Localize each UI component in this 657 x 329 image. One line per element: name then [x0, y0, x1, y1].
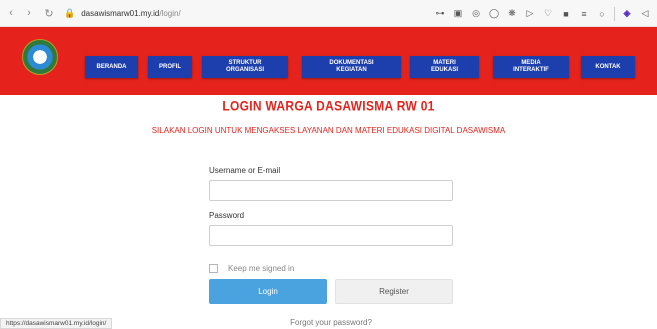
login-button[interactable]: Login [209, 279, 327, 304]
toolbar-icons: ⊶ ▣ ◎ ◯ ❋ ▷ ♡ ■ ≡ ○ ◈ ◁ [434, 0, 651, 27]
site-logo[interactable] [22, 39, 58, 75]
extension-icon[interactable]: ❋ [506, 8, 518, 19]
address-bar[interactable]: 🔒 dasawismarw01.my.id/login/ [64, 8, 181, 19]
menu-profil[interactable]: PROFIL [148, 56, 192, 78]
heart-icon[interactable]: ♡ [542, 8, 554, 19]
username-label: Username or E-mail [209, 166, 281, 175]
menu-media-interaktif[interactable]: MEDIA INTERAKTIF [493, 56, 569, 78]
wallet-icon[interactable]: ■ [560, 9, 572, 19]
profile-icon[interactable]: ○ [596, 9, 608, 19]
menu-materi-edukasi[interactable]: MATERI EDUKASI [410, 56, 479, 78]
menu-kontak[interactable]: KONTAK [581, 56, 635, 78]
shield-icon[interactable]: ◯ [488, 8, 500, 19]
key-icon[interactable]: ⊶ [434, 8, 446, 19]
page-title: LOGIN WARGA DASAWISMA RW 01 [222, 97, 435, 115]
register-button[interactable]: Register [335, 279, 453, 304]
vpn-icon[interactable]: ◈ [621, 8, 633, 19]
url-text: dasawismarw01.my.id/login/ [81, 8, 181, 18]
sidebar-icon[interactable]: ◁ [639, 8, 651, 19]
remember-me: Keep me signed in [209, 264, 294, 273]
menu-beranda[interactable]: BERANDA [85, 56, 138, 78]
username-input[interactable] [209, 180, 453, 201]
screenshot-icon[interactable]: ▣ [452, 8, 464, 19]
remember-checkbox[interactable] [209, 264, 218, 273]
password-input[interactable] [209, 225, 453, 246]
menu-icon[interactable]: ≡ [578, 9, 590, 19]
site-header: BERANDA PROFIL STRUKTUR ORGANISASI DOKUM… [0, 27, 657, 95]
play-icon[interactable]: ▷ [524, 8, 536, 19]
page-subtitle: SILAKAN LOGIN UNTUK MENGAKSES LAYANAN DA… [151, 126, 506, 135]
remember-label: Keep me signed in [228, 264, 295, 273]
status-bar-url: https://dasawismarw01.my.id/login/ [0, 318, 113, 329]
forward-icon[interactable]: › [22, 7, 36, 19]
forgot-password-link[interactable]: Forgot your password? [209, 318, 453, 327]
menu-struktur-organisasi[interactable]: STRUKTUR ORGANISASI [202, 56, 288, 78]
back-icon[interactable]: ‹ [4, 7, 18, 19]
lock-icon: 🔒 [64, 7, 76, 18]
menu-dokumentasi-kegiatan[interactable]: DOKUMENTASI KEGIATAN [302, 56, 401, 78]
toolbar-divider [614, 6, 615, 21]
password-label: Password [209, 211, 245, 220]
reload-icon[interactable]: ↻ [42, 7, 56, 20]
browser-toolbar: ‹ › ↻ 🔒 dasawismarw01.my.id/login/ ⊶ ▣ ◎… [0, 0, 657, 27]
camera-icon[interactable]: ◎ [470, 8, 482, 19]
